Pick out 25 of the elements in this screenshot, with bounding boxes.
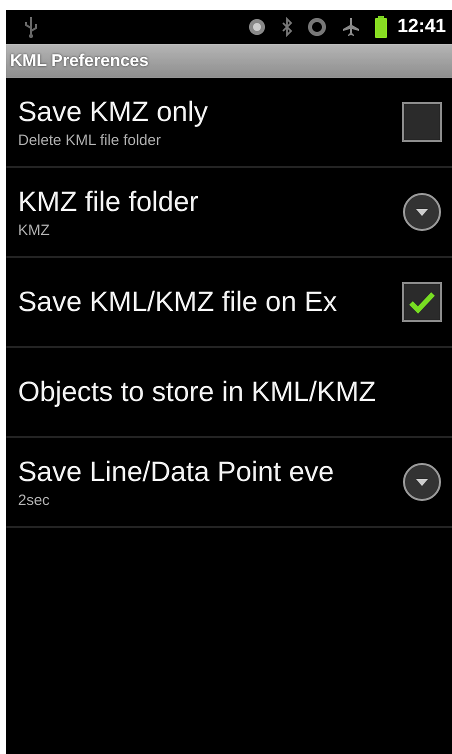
battery-icon [375, 16, 388, 38]
clock-time: 12:41 [397, 16, 446, 38]
preference-summary: 2sec [18, 492, 50, 508]
preference-summary: KMZ [18, 222, 50, 238]
preference-item[interactable]: Save KMZ only Delete KML file folder [6, 78, 452, 168]
usb-icon [24, 16, 38, 38]
dropdown-icon[interactable] [402, 462, 442, 502]
gps-icon [247, 17, 268, 37]
preference-title: Save KMZ only [18, 96, 208, 128]
preference-title: Objects to store in KML/KMZ [18, 376, 376, 408]
airplane-icon [341, 17, 362, 37]
preference-item[interactable]: Save Line/Data Point eve 2sec [6, 438, 452, 528]
preference-item[interactable]: Save KML/KMZ file on Ex [6, 258, 452, 348]
checkbox[interactable] [402, 282, 442, 322]
dropdown-icon[interactable] [402, 192, 442, 232]
preference-title: Save Line/Data Point eve [18, 456, 334, 488]
preference-title: KMZ file folder [18, 186, 198, 218]
checkbox[interactable] [402, 102, 442, 142]
bluetooth-icon [281, 17, 294, 37]
screen-title: KML Preferences [10, 51, 149, 71]
preference-title: Save KML/KMZ file on Ex [18, 286, 338, 318]
preference-item[interactable]: Objects to store in KML/KMZ [6, 348, 452, 438]
preference-summary: Delete KML file folder [18, 132, 161, 148]
preference-item[interactable]: KMZ file folder KMZ [6, 168, 452, 258]
sync-icon [307, 17, 328, 37]
